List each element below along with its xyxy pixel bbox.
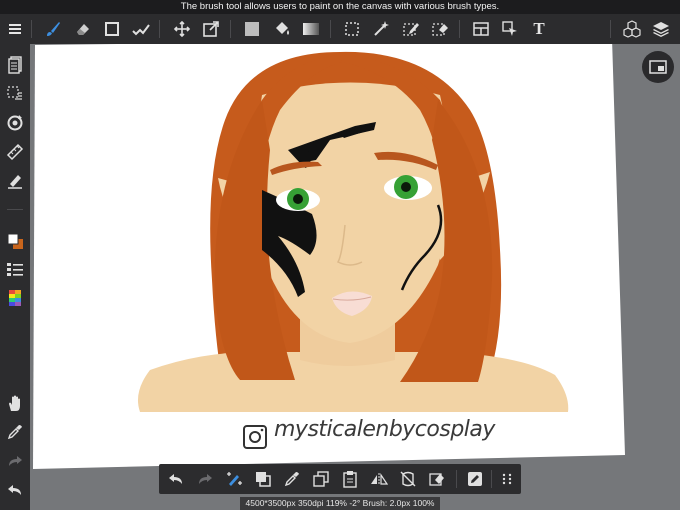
color-swatch-icon[interactable] — [0, 228, 30, 254]
select-pen-icon[interactable] — [396, 14, 426, 44]
color-box-icon[interactable] — [248, 464, 277, 494]
ruler-icon[interactable] — [0, 139, 30, 165]
redo-icon[interactable] — [0, 448, 30, 474]
select-eraser-icon[interactable] — [425, 14, 455, 44]
paint-bucket-icon[interactable] — [267, 14, 297, 44]
more-dots-icon[interactable] — [492, 464, 521, 494]
eyedropper-icon[interactable] — [277, 464, 306, 494]
text-icon[interactable]: T — [524, 14, 554, 44]
gradient-icon[interactable] — [296, 14, 326, 44]
top-toolbar: T — [0, 14, 680, 44]
layers-icon[interactable] — [646, 14, 676, 44]
hand-icon[interactable] — [0, 390, 30, 416]
signature-text: mysticalenbycosplay — [274, 417, 495, 442]
operation-cursor-icon[interactable] — [495, 14, 525, 44]
move-arrows-icon[interactable] — [167, 14, 197, 44]
tooltip-text: The brush tool allows users to paint on … — [180, 1, 500, 12]
pages-icon[interactable] — [0, 52, 30, 78]
fill-swatch-icon[interactable] — [237, 14, 267, 44]
pen-snap-icon[interactable] — [0, 168, 30, 194]
transform-icon[interactable] — [196, 14, 226, 44]
brush-icon[interactable] — [38, 14, 68, 44]
flip-horizontal-icon[interactable] — [364, 464, 393, 494]
smudge-icon[interactable] — [126, 14, 156, 44]
navigator-button[interactable] — [642, 51, 674, 83]
text-icon-label: T — [533, 19, 545, 38]
left-pupil — [293, 194, 303, 204]
edit-icon[interactable] — [460, 464, 489, 494]
magic-wand-icon[interactable] — [366, 14, 396, 44]
left-toolbar — [0, 44, 30, 510]
rotate-icon[interactable] — [0, 110, 30, 136]
copy-icon[interactable] — [306, 464, 335, 494]
tooltip-bar: The brush tool allows users to paint on … — [0, 0, 680, 14]
materials-cubes-icon[interactable] — [617, 14, 647, 44]
hamburger-menu-icon[interactable] — [0, 14, 30, 44]
undo-icon[interactable] — [0, 477, 30, 503]
paste-icon[interactable] — [335, 464, 364, 494]
rect-select-icon[interactable] — [337, 14, 367, 44]
bottom-command-bar — [159, 464, 521, 494]
undo-icon[interactable] — [161, 464, 190, 494]
frame-divider-icon[interactable] — [466, 14, 496, 44]
status-bar: 4500*3500px 350dpi 119% -2° Brush: 2.0px… — [240, 497, 440, 510]
eraser-icon[interactable] — [68, 14, 98, 44]
canvas-status-text: 4500*3500px 350dpi 119% -2° Brush: 2.0px… — [245, 498, 435, 508]
rotate-canvas-icon[interactable] — [393, 464, 422, 494]
right-pupil — [401, 182, 411, 192]
selection-list-icon[interactable] — [0, 81, 30, 107]
brush-list-icon[interactable] — [0, 257, 30, 283]
square-shape-icon[interactable] — [97, 14, 127, 44]
navigator-icon — [649, 60, 667, 74]
redo-icon[interactable] — [190, 464, 219, 494]
clear-icon[interactable] — [422, 464, 451, 494]
eyedropper-icon[interactable] — [0, 419, 30, 445]
drawing-canvas[interactable]: mysticalenbycosplay — [30, 44, 680, 510]
swap-color-icon[interactable] — [219, 464, 248, 494]
color-palette-icon[interactable] — [0, 286, 30, 312]
